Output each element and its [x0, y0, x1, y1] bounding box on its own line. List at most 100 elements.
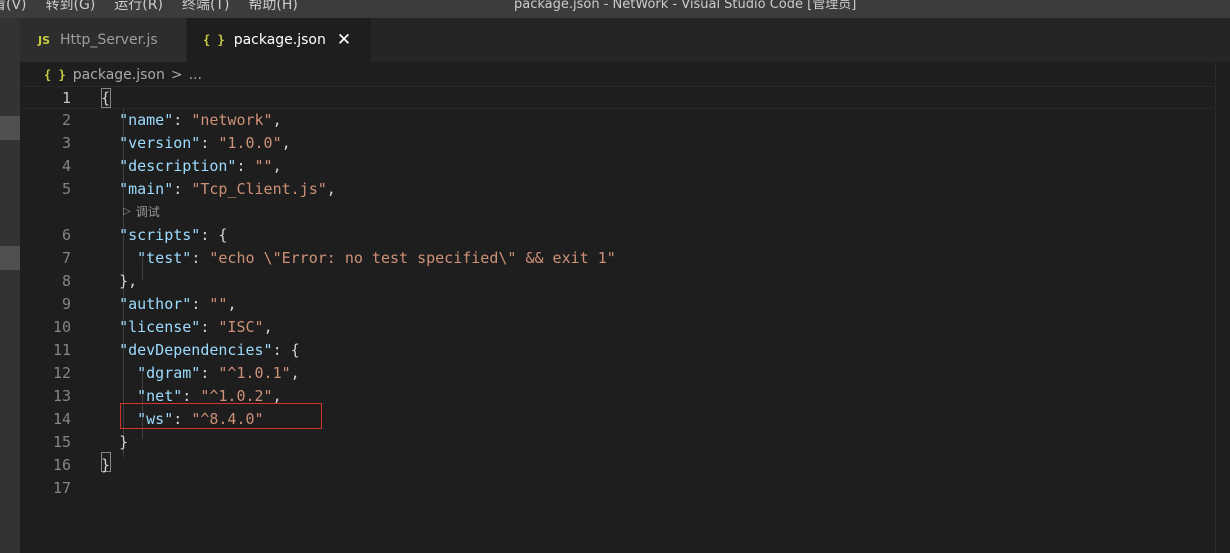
line-number: 4 [61, 157, 71, 175]
json-punctuation: , [290, 364, 300, 382]
debug-codelens-label: 调试 [135, 205, 160, 219]
json-value: "Tcp_Client.js" [191, 180, 327, 198]
code-line[interactable]: 12 "dgram": "^1.0.1", [20, 362, 1220, 385]
json-punctuation: : [200, 134, 219, 152]
code-line[interactable]: 7 "test": "echo \"Error: no test specifi… [20, 247, 1220, 270]
json-punctuation: : { [200, 226, 228, 244]
code-text: { [101, 87, 110, 110]
annotation-highlight-box [120, 403, 322, 429]
code-text: "main": "Tcp_Client.js", [101, 178, 336, 201]
title-bar: 看(V) 转到(G) 运行(R) 终端(T) 帮助(H) package.jso… [0, 0, 1230, 18]
vertical-scrollbar[interactable] [1215, 62, 1230, 553]
menu-view[interactable]: 看(V) [0, 0, 27, 15]
line-number: 13 [52, 387, 71, 405]
code-line[interactable]: 1{ [20, 86, 1220, 109]
menu-go[interactable]: 转到(G) [46, 0, 96, 15]
debug-codelens[interactable]: ▷ 调试 [123, 203, 160, 221]
json-punctuation: : { [272, 341, 300, 359]
activity-bar [0, 18, 20, 553]
menu-help[interactable]: 帮助(H) [248, 0, 297, 15]
json-file-icon: { } [203, 33, 225, 47]
code-line[interactable]: 9 "author": "", [20, 293, 1220, 316]
line-number: 5 [61, 180, 71, 198]
code-line[interactable]: 10 "license": "ISC", [20, 316, 1220, 339]
json-key: "version" [119, 134, 201, 152]
line-number: 8 [61, 272, 71, 290]
code-line[interactable]: 8 }, [20, 270, 1220, 293]
tab-label: Http_Server.js [60, 32, 158, 48]
line-number: 12 [52, 364, 71, 382]
json-punctuation: : [191, 295, 210, 313]
code-text: "devDependencies": { [101, 339, 300, 362]
breadcrumb-file[interactable]: package.json [73, 67, 165, 83]
menu-bar: 看(V) 转到(G) 运行(R) 终端(T) 帮助(H) [0, 0, 317, 15]
code-text: }, [101, 270, 137, 293]
chevron-right-icon: > [170, 67, 183, 83]
json-key: "author" [119, 295, 192, 313]
tab-http-server[interactable]: JS Http_Server.js [20, 18, 186, 62]
editor-tab-bar: JS Http_Server.js { } package.json ✕ [20, 18, 1230, 62]
code-text: "license": "ISC", [101, 316, 273, 339]
json-value: "" [209, 295, 228, 313]
menu-run[interactable]: 运行(R) [114, 0, 163, 15]
code-line[interactable]: 4 "description": "", [20, 155, 1220, 178]
activity-item-indicator[interactable] [0, 246, 20, 270]
code-line[interactable]: 2 "name": "network", [20, 109, 1220, 132]
code-text: "name": "network", [101, 109, 282, 132]
json-punctuation: } [119, 433, 129, 451]
line-number: 16 [52, 456, 71, 474]
code-line[interactable]: 15 } [20, 431, 1220, 454]
json-punctuation: , [281, 134, 291, 152]
code-line[interactable]: 11 "devDependencies": { [20, 339, 1220, 362]
json-value: "echo \"Error: no test specified\" && ex… [209, 249, 616, 267]
code-line[interactable]: 17 [20, 477, 1220, 500]
activity-item-indicator[interactable] [0, 116, 20, 140]
code-editor[interactable]: 1{2 "name": "network", 3 "version": "1.0.… [20, 86, 1230, 553]
line-number: 2 [61, 111, 71, 129]
json-value: "1.0.0" [218, 134, 282, 152]
json-key: "main" [119, 180, 174, 198]
json-punctuation: , [272, 111, 282, 129]
line-number: 7 [61, 249, 71, 267]
code-line[interactable]: 6 "scripts": { [20, 224, 1220, 247]
menu-terminal[interactable]: 终端(T) [182, 0, 229, 15]
json-value: "network" [191, 111, 273, 129]
json-file-icon: { } [44, 68, 66, 82]
json-punctuation: : [173, 111, 192, 129]
line-number: 15 [52, 433, 71, 451]
debug-icon: ▷ [123, 206, 131, 217]
json-punctuation: , [326, 180, 336, 198]
line-number: 3 [61, 134, 71, 152]
code-line[interactable]: 3 "version": "1.0.0", [20, 132, 1220, 155]
line-number: 11 [52, 341, 71, 359]
line-number: 1 [61, 89, 71, 107]
javascript-file-icon: JS [38, 33, 51, 47]
json-key: "dgram" [137, 364, 201, 382]
code-line[interactable]: 16} [20, 454, 1220, 477]
json-key: "test" [137, 249, 192, 267]
breadcrumb: { } package.json > ... [44, 64, 202, 86]
code-text: "author": "", [101, 293, 236, 316]
json-punctuation: : [200, 318, 219, 336]
code-text: "description": "", [101, 155, 282, 178]
json-punctuation: , [263, 318, 273, 336]
tab-package-json[interactable]: { } package.json ✕ [187, 18, 371, 62]
code-line[interactable]: 5 "main": "Tcp_Client.js", [20, 178, 1220, 201]
json-punctuation: , [272, 157, 282, 175]
json-punctuation: : [200, 364, 219, 382]
line-number: 9 [61, 295, 71, 313]
breadcrumb-more[interactable]: ... [189, 67, 202, 83]
close-icon[interactable]: ✕ [337, 30, 351, 50]
json-key: "devDependencies" [119, 341, 273, 359]
json-value: "^1.0.1" [218, 364, 291, 382]
code-text: "test": "echo \"Error: no test specified… [101, 247, 616, 270]
